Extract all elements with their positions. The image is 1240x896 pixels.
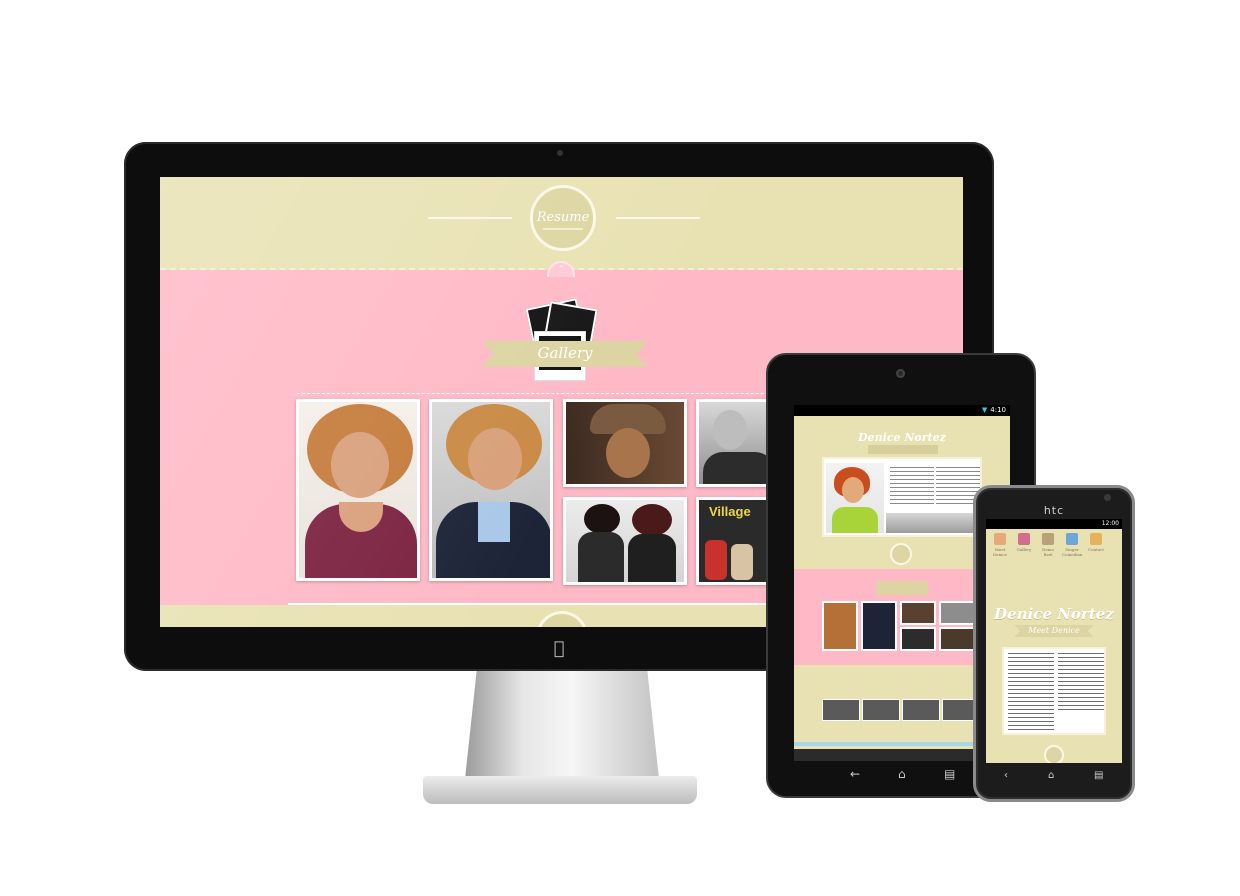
film-icon: [1042, 533, 1054, 545]
phone-brand: htc: [1043, 504, 1065, 517]
menu-item-gallery[interactable]: Gallery: [1014, 533, 1034, 552]
resume-badge-label: Resume: [536, 210, 590, 225]
recent-apps-icon[interactable]: ▤: [944, 767, 955, 781]
gallery-ribbon: Gallery: [482, 341, 648, 367]
phone-menu: Meet Denice Gallery Demo Reel Singer Com…: [990, 533, 1120, 563]
back-icon[interactable]: ‹: [1004, 770, 1008, 781]
phone-status-bar: 12:00: [986, 519, 1122, 529]
tablet-bio-card: [822, 457, 982, 537]
site-header: Resume: [160, 177, 963, 270]
phone-page-title: Denice Nortez: [994, 605, 1114, 623]
phone-bio-text: [1008, 653, 1054, 731]
gallery-title: Gallery: [537, 344, 593, 362]
photo-stack-icon: [525, 297, 598, 383]
phone-bio-text: [1058, 653, 1104, 711]
monitor-stand-foot: [423, 776, 697, 804]
phone-bio-card: [1002, 647, 1106, 735]
gallery-photo[interactable]: [696, 399, 776, 487]
gallery-photo[interactable]: [900, 627, 936, 651]
tablet-badge[interactable]: [890, 543, 912, 565]
header-divider-left: [428, 217, 512, 219]
phone-nav-keys: ‹ ⌂ ▤: [986, 770, 1122, 788]
gallery-photo-caption: Village: [709, 504, 751, 519]
apple-icon: : [548, 638, 570, 660]
gallery-photo-village[interactable]: Village: [696, 497, 776, 585]
menu-item-demo-reel[interactable]: Demo Reel: [1038, 533, 1058, 557]
back-icon[interactable]: ←: [850, 767, 860, 781]
resume-badge-underline: [543, 228, 583, 230]
video-thumbnail[interactable]: [822, 699, 860, 721]
gallery-photo[interactable]: [939, 627, 975, 651]
tablet-status-time: 4:10: [990, 406, 1006, 414]
tablet-bio-photo: [826, 463, 884, 533]
recent-apps-icon[interactable]: ▤: [1094, 770, 1103, 781]
phone-screen: 12:00 Meet Denice Gallery Demo Reel Sing…: [986, 519, 1122, 763]
microphone-icon: [1066, 533, 1078, 545]
gallery-photo[interactable]: [563, 497, 687, 585]
tablet-status-bar: ▼ 4:10: [794, 405, 1010, 416]
phone-camera-icon: [1104, 494, 1111, 501]
tablet-bio-text: [890, 467, 934, 507]
resume-badge[interactable]: Resume: [530, 185, 596, 251]
tablet-camera-icon: [896, 369, 905, 378]
phone-device: htc 12:00 Meet Denice Gallery Demo Reel …: [973, 485, 1135, 802]
phone-badge[interactable]: [1044, 745, 1064, 763]
user-icon: [994, 533, 1006, 545]
phone-page-subtitle: Meet Denice: [1028, 626, 1080, 635]
gallery-photo[interactable]: [939, 601, 975, 625]
device-showcase: Resume ⌃ Gallery Village ▼ 4:10 Denice N…: [0, 0, 1240, 896]
gallery-photo[interactable]: [563, 399, 687, 487]
tablet-video-strip: [822, 699, 982, 723]
tablet-gallery-ribbon: [876, 581, 928, 595]
tablet-page-title: Denice Nortez: [858, 431, 946, 444]
menu-item-meet-denice[interactable]: Meet Denice: [990, 533, 1010, 557]
tablet-subtitle-ribbon: [868, 445, 938, 454]
gallery-photo[interactable]: [429, 399, 553, 581]
gallery-photo[interactable]: [296, 399, 420, 581]
home-icon[interactable]: ⌂: [898, 767, 906, 781]
gallery-photo[interactable]: [822, 601, 858, 651]
wifi-icon: ▼: [981, 406, 988, 414]
menu-item-singer-comedian[interactable]: Singer Comedian: [1062, 533, 1082, 557]
webcam-icon: [557, 150, 563, 156]
phone-status-time: 12:00: [1101, 520, 1119, 527]
video-thumbnail[interactable]: [902, 699, 940, 721]
header-divider-right: [616, 217, 700, 219]
gallery-photo[interactable]: [900, 601, 936, 625]
monitor-stand-neck: [465, 671, 659, 779]
camera-icon: [1018, 533, 1030, 545]
phone-subtitle-ribbon: Meet Denice: [1014, 625, 1094, 637]
gallery-section-heading: Gallery: [482, 297, 648, 387]
menu-item-contact[interactable]: Contact: [1086, 533, 1106, 552]
mail-icon: [1090, 533, 1102, 545]
tablet-landscape-photo: [886, 513, 980, 533]
gallery-photo[interactable]: [861, 601, 897, 651]
video-thumbnail[interactable]: [862, 699, 900, 721]
home-icon[interactable]: ⌂: [1048, 770, 1054, 781]
